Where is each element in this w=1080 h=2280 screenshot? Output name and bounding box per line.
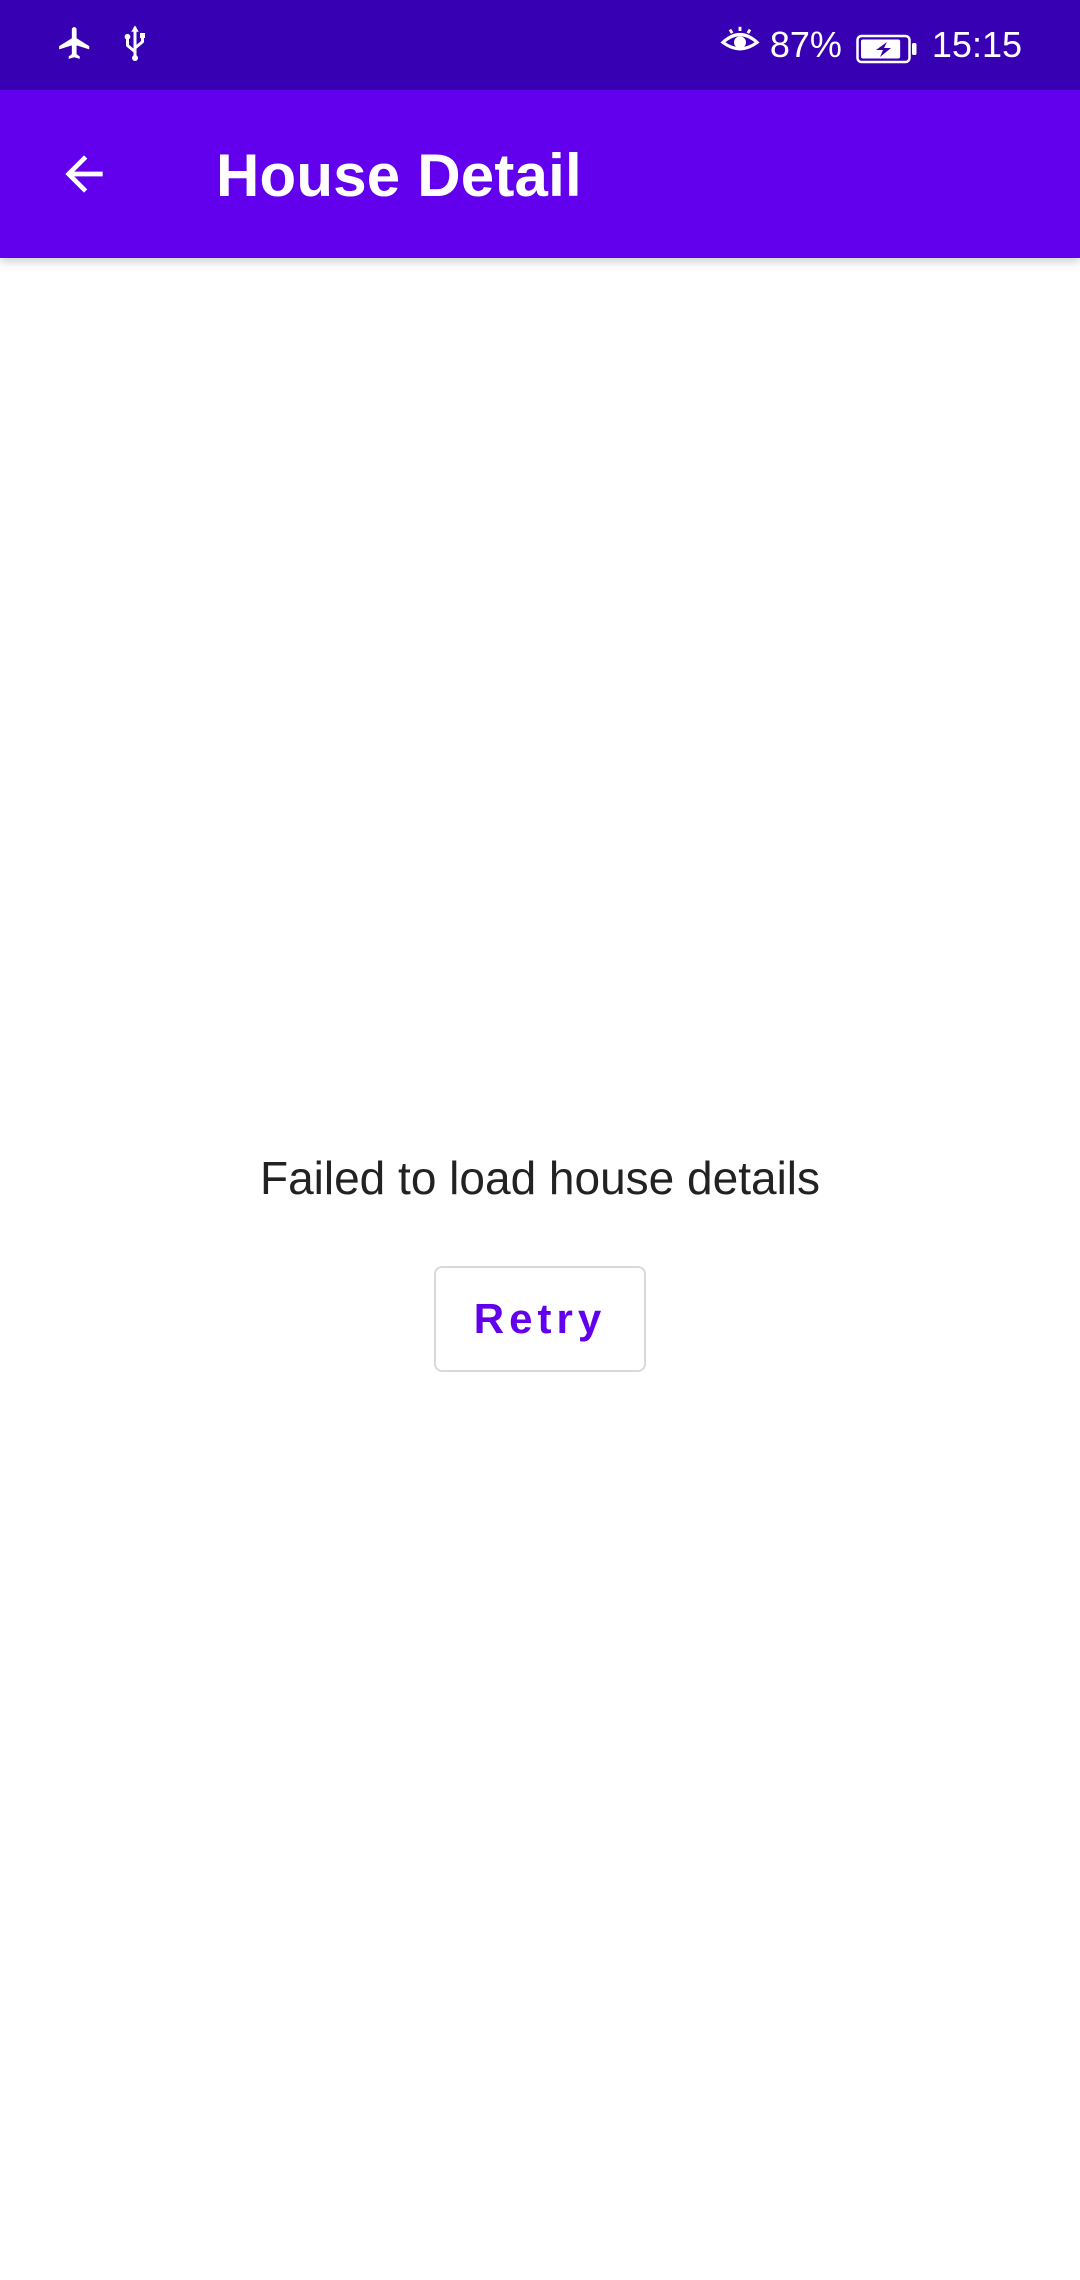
airplane-icon	[56, 24, 94, 67]
back-button[interactable]	[44, 130, 124, 218]
retry-button-label: Retry	[473, 1295, 607, 1342]
status-left-icons	[56, 22, 150, 68]
main-content: Failed to load house details Retry	[0, 258, 1080, 2280]
retry-button[interactable]: Retry	[434, 1266, 646, 1372]
error-message: Failed to load house details	[259, 1152, 821, 1204]
usb-icon	[120, 24, 150, 67]
battery-percentage: 87%	[769, 24, 842, 65]
status-bar: 87% 15:15	[0, 0, 1080, 90]
status-time: 15:15	[931, 24, 1022, 65]
app-bar: House Detail	[0, 90, 1080, 258]
status-right-group: 87% 15:15	[720, 22, 1022, 68]
eye-icon	[720, 24, 760, 66]
battery-charging-icon	[856, 31, 917, 64]
arrow-back-icon	[65, 155, 103, 193]
page-title: House Detail	[216, 142, 582, 209]
